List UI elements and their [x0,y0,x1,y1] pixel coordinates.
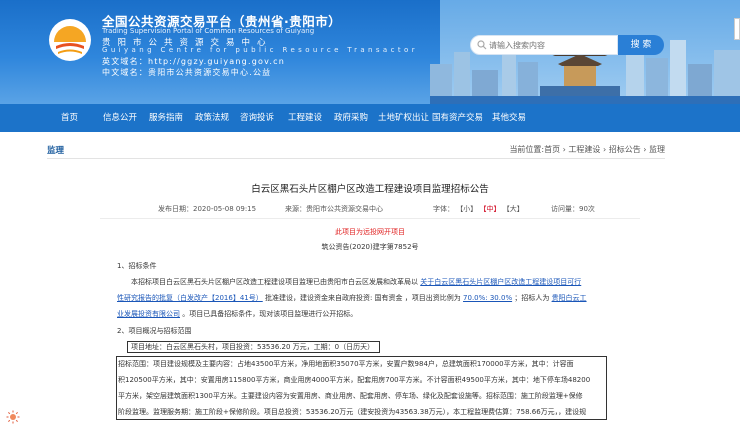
publish-date: 发布日期：2020-05-08 09:15 [158,205,257,213]
funding-ratio: 70.0%: 30.0% [463,294,513,302]
approval-doc-number: 性研究报告的批复（白发改产【2016】41号） [117,294,263,302]
section-1-line-3: 业发展投资有限公司 。项目已具备招标条件，现对该项目监理进行公开招标。 [117,309,357,319]
chinese-domain: 中文域名：贵阳市公共资源交易中心.公益 [102,68,272,77]
main-nav: 首页 信息公开 服务指南 政策法规 咨询投诉 工程建设 政府采购 土地矿权出让 … [0,104,740,132]
scope-line-4: 阶段监理。监理服务期：施工阶段+保修阶段。项目总投资：53536.20万元（建安… [118,408,587,416]
font-size-label: 字体： [433,205,454,213]
s1-funding: 批准建设，建设资金来自政府投资: 国有资金 [264,294,403,302]
search-box[interactable] [470,35,618,55]
scope-line-1: 招标范围：项目建设规模及主要内容：占地43500平方米，净用地面积35070平方… [118,360,574,368]
header-banner: 全国公共资源交易平台（贵州省·贵阳市） Trading Supervision … [0,0,740,104]
section-1-line-1: 本招标项目白云区黑石头片区棚户区改造工程建设项目监理已由贵阳市白云区发展和改革局… [131,277,581,287]
english-domain: 英文域名：http://ggzy.guiyang.gov.cn [102,57,285,66]
s1-conclusion: 。项目已具备招标条件，现对该项目监理进行公开招标。 [182,310,358,318]
section-1-line-2: 性研究报告的批复（白发改产【2016】41号） 批准建设，建设资金来自政府投资:… [117,293,587,303]
s1-tenderer-label: ；招标人为 [514,294,550,302]
approval-doc-link[interactable]: 关于白云区黑石头片区棚户区改造工程建设项目可行 [420,278,581,286]
nav-land-mining[interactable]: 土地矿权出让 [378,104,429,132]
search-button[interactable]: 搜 索 [618,35,664,55]
visit-count: 访问量：90次 [551,205,595,213]
platform-logo [49,19,91,61]
divider [100,218,640,219]
nav-home[interactable]: 首页 [61,104,78,132]
remote-bid-notice: 此项目为远投网开项目 [335,228,405,236]
location-box [127,341,380,353]
tenderer-name-part-1: 贵阳白云工 [551,294,587,302]
nav-policies[interactable]: 政策法规 [195,104,229,132]
font-small-button[interactable]: 【小】 [456,205,477,213]
center-name-en: Guiyang Centre for public Resource Trans… [102,46,418,54]
scope-line-3: 平方米，架空层建筑面积1300平方米。主要建设内容为安置用房、商业用房、配套用房… [118,392,583,400]
floating-sun-icon[interactable] [6,410,20,424]
nav-consult-complaint[interactable]: 咨询投诉 [240,104,274,132]
section-2-heading: 2、项目概况与招标范围 [117,327,192,335]
document-number: 筑公资告(2020)建字第7852号 [321,243,419,251]
font-size-control: 字体： 【小】 【中】 【大】 [433,204,524,214]
nav-info-disclosure[interactable]: 信息公开 [103,104,137,132]
nav-construction[interactable]: 工程建设 [288,104,322,132]
article-title: 白云区黑石头片区棚户区改造工程建设项目监理招标公告 [251,184,489,195]
s1-text: 本招标项目白云区黑石头片区棚户区改造工程建设项目监理已由贵阳市白云区发展和改革局… [131,278,418,286]
search-icon [477,40,487,50]
s1-ratio-label: ，项目出资比例为 [404,294,461,302]
breadcrumb-trail[interactable]: 当前位置:首页 › 工程建设 › 招标公告 › 监理 [509,144,665,155]
font-large-button[interactable]: 【大】 [503,205,524,213]
nav-other-trades[interactable]: 其他交易 [492,104,526,132]
nav-service-guide[interactable]: 服务指南 [149,104,183,132]
section-title: 监理 [47,146,65,156]
section-1-heading: 1、招标条件 [117,262,157,270]
tenderer-name-part-2: 业发展投资有限公司 [117,310,180,318]
article-source: 来源：贵阳市公共资源交易中心 [285,205,383,213]
side-tab[interactable] [734,18,740,40]
breadcrumb: 监理 当前位置:首页 › 工程建设 › 招标公告 › 监理 [47,141,665,159]
scope-line-2: 积120500平方米，其中：安置用房115800平方米，商业用房4000平方米，… [118,376,591,384]
search-input[interactable] [489,38,615,52]
nav-gov-procurement[interactable]: 政府采购 [334,104,368,132]
font-medium-button[interactable]: 【中】 [479,205,500,213]
nav-state-assets[interactable]: 国有资产交易 [432,104,483,132]
site-subtitle-en: Trading Supervision Portal of Common Res… [102,27,315,35]
